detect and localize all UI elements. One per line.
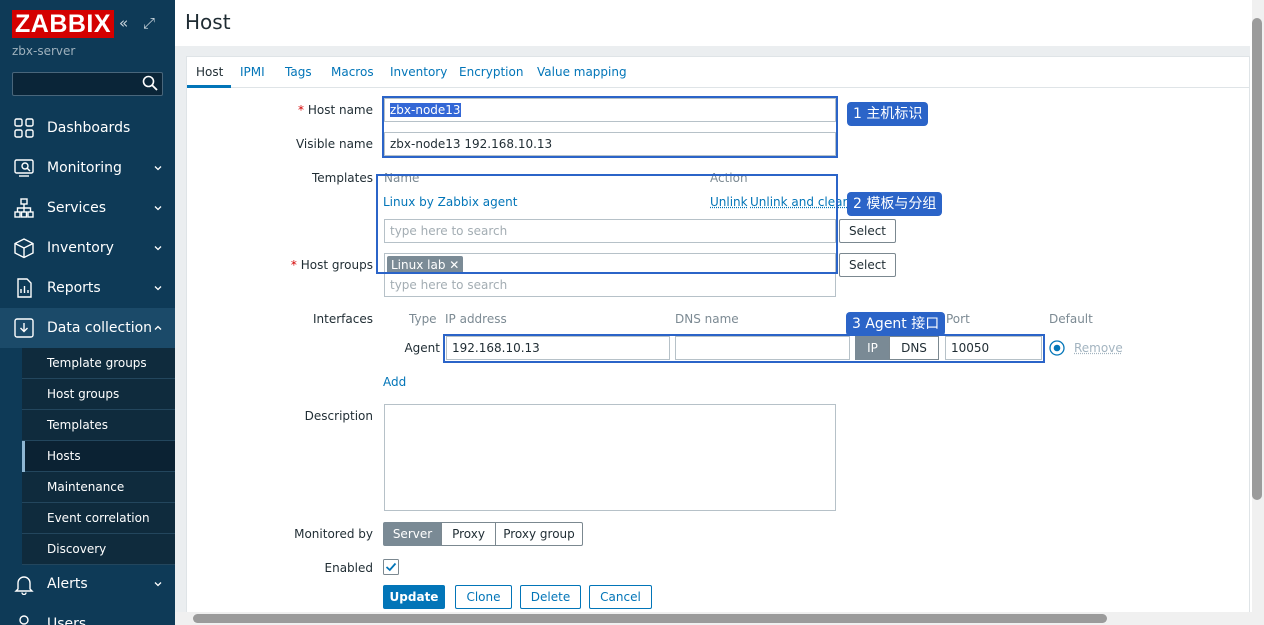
kiosk-mode-icon[interactable]: ⤢ (143, 14, 155, 32)
required-mark: * (290, 258, 301, 272)
tab-value-mapping[interactable]: Value mapping (537, 65, 627, 79)
host-groups-label: * Host groups (250, 258, 373, 272)
chevron-down-icon (154, 582, 162, 587)
interface-port-header: Port (946, 312, 970, 326)
nav-label: Users (47, 616, 87, 625)
nav-label: Data collection (47, 320, 153, 336)
chevron-down-icon (154, 166, 162, 171)
annotation-box-templates-groups (376, 174, 838, 274)
zabbix-logo[interactable]: ZABBIX (12, 10, 115, 38)
delete-button[interactable]: Delete (520, 585, 581, 609)
nav-monitoring[interactable]: Monitoring (0, 148, 175, 188)
collapse-sidebar-icon[interactable]: « (119, 14, 128, 32)
nav-inventory[interactable]: Inventory (0, 228, 175, 268)
host-name-label-text: Host name (307, 103, 373, 117)
tab-tags[interactable]: Tags (285, 65, 312, 79)
default-radio[interactable] (1049, 340, 1065, 356)
subnav-discovery[interactable]: Discovery (22, 534, 175, 565)
reports-icon (17, 278, 32, 298)
annotation-box-host-identity (382, 96, 838, 158)
annotation-tag-templates-groups: 2 模板与分组 (847, 192, 943, 216)
nav-services[interactable]: Services (0, 188, 175, 228)
sidebar-search-input[interactable] (12, 72, 163, 96)
clone-button[interactable]: Clone (455, 585, 512, 609)
chevron-down-icon (154, 246, 162, 251)
horizontal-scrollbar[interactable] (175, 612, 1252, 625)
tab-macros[interactable]: Macros (331, 65, 374, 79)
subnav-host-groups[interactable]: Host groups (22, 379, 175, 410)
annotation-box-agent-interface (443, 334, 1045, 363)
nav-label: Inventory (47, 240, 114, 256)
add-interface-link[interactable]: Add (383, 375, 406, 389)
monitoring-icon (14, 159, 34, 177)
description-textarea[interactable] (384, 404, 836, 511)
subnav-templates[interactable]: Templates (22, 410, 175, 441)
host-name-label: * Host name (250, 103, 373, 117)
interface-default-header: Default (1049, 312, 1093, 326)
chevron-up-icon (154, 325, 162, 330)
horizontal-scrollbar-thumb[interactable] (193, 614, 1107, 623)
description-label: Description (304, 409, 373, 423)
nav-label: Reports (47, 280, 101, 296)
tab-inventory[interactable]: Inventory (390, 65, 447, 79)
active-tab-indicator (187, 85, 231, 88)
nav-label: Dashboards (47, 120, 131, 136)
dashboard-icon (14, 118, 34, 138)
page-header: Host (175, 0, 1250, 46)
users-icon (19, 615, 29, 625)
nav-reports[interactable]: Reports (0, 268, 175, 308)
nav-data-collection[interactable]: Data collection (0, 308, 175, 348)
chevron-down-icon (154, 206, 162, 211)
templates-label: Templates (311, 171, 373, 185)
host-groups-search-input[interactable]: type here to search (384, 273, 836, 297)
vertical-scrollbar-thumb[interactable] (1252, 18, 1262, 500)
monitored-by-server[interactable]: Server (383, 522, 442, 546)
monitored-by-proxy-group[interactable]: Proxy group (495, 522, 583, 546)
subnav-event-correlation[interactable]: Event correlation (22, 503, 175, 534)
monitored-by-proxy[interactable]: Proxy (441, 522, 496, 546)
required-mark: * (298, 103, 308, 117)
host-groups-select-button[interactable]: Select (839, 253, 896, 277)
sidebar: ZABBIX « ⤢ zbx-server Dashboards Monitor… (0, 0, 175, 625)
alerts-icon (14, 576, 34, 595)
annotation-tag-host-identity: 1 主机标识 (847, 102, 929, 126)
nav-users[interactable]: Users (0, 604, 175, 625)
subnav-hosts[interactable]: Hosts (22, 441, 175, 472)
data-collection-icon (14, 318, 34, 338)
nav-label: Services (47, 200, 107, 216)
services-icon (14, 198, 34, 218)
tab-encryption[interactable]: Encryption (459, 65, 523, 79)
page-title: Host (185, 10, 231, 34)
enabled-label: Enabled (324, 561, 374, 575)
interface-dns-header: DNS name (675, 312, 739, 326)
interfaces-label: Interfaces (313, 312, 373, 326)
interface-type: Agent (404, 341, 440, 355)
update-button[interactable]: Update (383, 585, 445, 609)
nav-label: Alerts (47, 576, 88, 592)
chevron-down-icon (154, 286, 162, 291)
search-icon[interactable] (142, 75, 158, 91)
cancel-button[interactable]: Cancel (589, 585, 652, 609)
tab-ipmi[interactable]: IPMI (240, 65, 265, 79)
nav-label: Monitoring (47, 160, 122, 176)
annotation-tag-agent-interface: 3 Agent 接口 (846, 312, 946, 336)
vertical-scrollbar[interactable] (1252, 0, 1264, 625)
server-name: zbx-server (12, 44, 76, 58)
subnav-maintenance[interactable]: Maintenance (22, 472, 175, 503)
tab-bar: Host IPMI Tags Macros Inventory Encrypti… (186, 58, 1250, 88)
tab-host[interactable]: Host (196, 65, 223, 79)
nav-alerts[interactable]: Alerts (0, 564, 175, 604)
visible-name-label: Visible name (295, 137, 373, 151)
templates-select-button[interactable]: Select (839, 219, 896, 243)
inventory-icon (14, 238, 34, 259)
interface-type-header: Type (409, 312, 437, 326)
host-groups-label-text: Host groups (300, 258, 373, 272)
monitored-by-label: Monitored by (294, 527, 373, 541)
interface-ip-header: IP address (445, 312, 507, 326)
remove-interface-link[interactable]: Remove (1074, 341, 1123, 355)
subnav-template-groups[interactable]: Template groups (22, 348, 175, 379)
nav-dashboards[interactable]: Dashboards (0, 108, 175, 148)
enabled-checkbox[interactable] (383, 559, 399, 575)
